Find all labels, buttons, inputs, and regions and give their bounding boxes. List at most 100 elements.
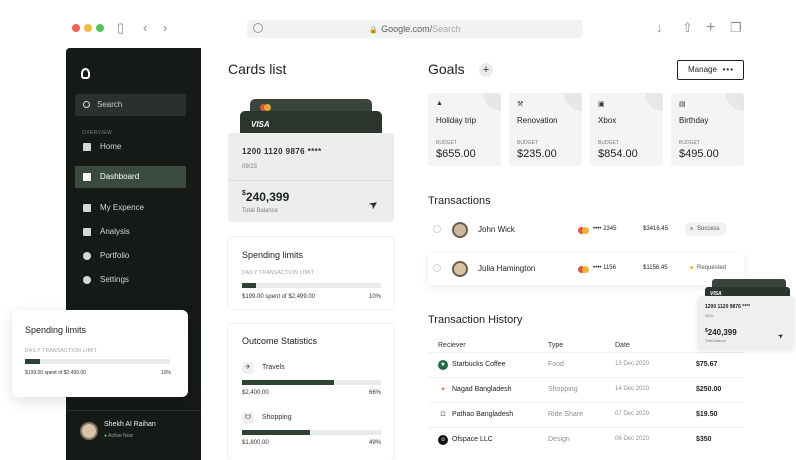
floating-spending-progress bbox=[25, 359, 170, 364]
download-icon[interactable]: ↓ bbox=[656, 18, 663, 38]
transaction-name: John Wick bbox=[478, 225, 515, 234]
send-icon[interactable]: ➤ bbox=[776, 331, 786, 341]
maximize-window-button[interactable] bbox=[96, 24, 104, 32]
mastercard-icon bbox=[260, 104, 271, 111]
home-icon bbox=[83, 143, 91, 151]
mini-card[interactable]: 1200 1120 9876 **** 09/23 $240,399 Total… bbox=[698, 296, 794, 349]
transaction-amount: $19.50 bbox=[696, 411, 718, 418]
goal-budget-value: $235.00 bbox=[517, 148, 557, 160]
floating-spending-percent: 10% bbox=[160, 370, 171, 376]
mini-card-balance-label: Total Balance bbox=[705, 339, 727, 343]
sidebar-search[interactable]: Search bbox=[75, 94, 186, 116]
mastercard-icon bbox=[578, 227, 589, 234]
back-icon[interactable]: ‹ bbox=[143, 18, 147, 38]
user-name: Shekh Al Raihan bbox=[104, 421, 156, 428]
manage-button[interactable]: Manage ••• bbox=[677, 60, 744, 80]
hammer-icon: ⚒ bbox=[517, 101, 524, 108]
app-logo[interactable] bbox=[81, 68, 90, 79]
mini-card-number: 1200 1120 9876 **** bbox=[705, 304, 751, 310]
avatar bbox=[452, 261, 468, 277]
dashboard-icon bbox=[83, 173, 91, 181]
sidebar-toggle-icon[interactable]: ▯ bbox=[117, 18, 124, 38]
table-row[interactable]: o Ofspace LLC Design 06 Dec 2020 $350 bbox=[428, 427, 744, 452]
floating-spending-title: Spending limits bbox=[25, 325, 87, 335]
transaction-name: Julia Hamington bbox=[478, 264, 536, 273]
table-row[interactable]: ✦ Nagad Bangladesh Shopping 14 Dec 2020 … bbox=[428, 377, 744, 402]
goal-card-renovation[interactable]: ⚒ Renovation BUDGET $235.00 bbox=[509, 93, 582, 166]
sidebar-item-analysis[interactable]: Analysis bbox=[75, 221, 186, 243]
spending-limits-subtitle: DAILY TRANSACTION LIMIT bbox=[242, 270, 315, 276]
sidebar-item-my-expence[interactable]: My Expence bbox=[75, 197, 186, 219]
selected-card[interactable]: 1200 1120 9876 **** 09/23 $240,399 Total… bbox=[228, 133, 394, 222]
goal-budget-value: $854.00 bbox=[598, 148, 638, 160]
sidebar-item-settings[interactable]: Settings bbox=[75, 269, 186, 291]
browser-toolbar: ▯ ‹ › 🔒 Google.com/Search ↓ ⇧ + ❐ bbox=[0, 0, 796, 48]
floating-spending-subtitle: DAILY TRANSACTION LIMIT bbox=[25, 348, 98, 354]
balance-value: 240,399 bbox=[245, 190, 290, 204]
goal-budget-label: BUDGET bbox=[598, 140, 619, 146]
transaction-history-table: Reciever Type Date ★ Starbucks Coffee Fo… bbox=[428, 330, 744, 460]
cake-icon: ▤ bbox=[679, 101, 686, 108]
row-checkbox[interactable] bbox=[433, 264, 441, 272]
goal-card-birthday[interactable]: ▤ Birthday BUDGET $495.00 bbox=[671, 93, 744, 166]
new-tab-icon[interactable]: + bbox=[706, 18, 715, 38]
sidebar-item-portfolio[interactable]: Portfolio bbox=[75, 245, 186, 267]
goal-card-decoration bbox=[645, 93, 663, 111]
share-icon[interactable]: ⇧ bbox=[682, 18, 693, 38]
sidebar-search-placeholder: Search bbox=[97, 100, 123, 109]
sidebar-item-dashboard[interactable]: Dashboard bbox=[75, 166, 186, 188]
wallet-icon bbox=[83, 204, 91, 212]
receiver-name: Ofspace LLC bbox=[452, 436, 493, 443]
outcome-shopping-progress bbox=[242, 430, 381, 435]
status-text: Success bbox=[697, 226, 720, 232]
goal-card-holiday-trip[interactable]: ▲ Holiday trip BUDGET $655.00 bbox=[428, 93, 501, 166]
sidebar: Search OVERVIEW Home Dashboard My Expenc… bbox=[66, 48, 201, 460]
goal-name: Holiday trip bbox=[436, 116, 477, 125]
address-bar[interactable]: 🔒 Google.com/Search bbox=[247, 20, 583, 38]
sidebar-item-label: Dashboard bbox=[100, 172, 140, 181]
url-placeholder: Search bbox=[432, 24, 461, 34]
status-dot bbox=[690, 227, 693, 230]
spending-limits-title: Spending limits bbox=[242, 250, 304, 260]
status-text: Requested bbox=[697, 265, 727, 271]
avatar[interactable] bbox=[80, 422, 98, 440]
goal-card-xbox[interactable]: ▣ Xbox BUDGET $854.00 bbox=[590, 93, 663, 166]
outcome-item-name: Travels bbox=[262, 364, 285, 371]
card-number: 1200 1120 9876 **** bbox=[242, 147, 322, 156]
receiver-name: Nagad Bangladesh bbox=[452, 386, 512, 393]
forward-icon[interactable]: › bbox=[163, 18, 167, 38]
balance-label: Total Balance bbox=[242, 208, 279, 214]
transaction-amount: $75.67 bbox=[696, 361, 718, 368]
sidebar-divider bbox=[66, 410, 201, 411]
outcome-item-amount: $1,800.00 bbox=[242, 440, 269, 446]
outcome-item-percent: 66% bbox=[368, 390, 381, 396]
transaction-type: Food bbox=[548, 361, 564, 368]
transaction-type: Design bbox=[548, 436, 570, 443]
card-expiry: 09/23 bbox=[242, 164, 258, 170]
goal-budget-label: BUDGET bbox=[679, 140, 700, 146]
transaction-row[interactable]: Julia Hamington •••• 1156 $1156.45 Reque… bbox=[428, 253, 744, 285]
add-goal-button[interactable]: + bbox=[479, 63, 493, 77]
table-row[interactable]: ⚀ Pathao Bangladesh Ride Share 07 Dec 20… bbox=[428, 402, 744, 427]
table-row[interactable]: ★ Starbucks Coffee Food 13 Dec 2020 $75.… bbox=[428, 352, 744, 377]
row-checkbox[interactable] bbox=[433, 225, 441, 233]
sidebar-item-label: Portfolio bbox=[100, 251, 130, 260]
goal-name: Birthday bbox=[679, 116, 709, 125]
floating-spending-amount: $199.00 spent of $2,499.00 bbox=[25, 370, 86, 376]
transaction-card: •••• 1156 bbox=[593, 265, 616, 271]
transaction-type: Ride Share bbox=[548, 411, 584, 418]
sidebar-item-home[interactable]: Home bbox=[75, 136, 186, 158]
transactions-title: Transactions bbox=[428, 195, 491, 207]
shopping-cart-icon: ☋ bbox=[242, 412, 254, 424]
minimize-window-button[interactable] bbox=[84, 24, 92, 32]
transaction-row[interactable]: John Wick •••• 2345 $3416.45 Success bbox=[428, 214, 744, 246]
avatar bbox=[452, 222, 468, 238]
user-icon bbox=[83, 252, 91, 260]
send-icon[interactable]: ➤ bbox=[366, 197, 380, 212]
pathao-icon: ⚀ bbox=[440, 412, 446, 418]
close-window-button[interactable] bbox=[72, 24, 80, 32]
lock-icon: 🔒 bbox=[369, 27, 379, 34]
tabs-overview-icon[interactable]: ❐ bbox=[730, 18, 742, 38]
search-icon bbox=[83, 101, 90, 108]
transaction-amount: $3416.45 bbox=[643, 226, 669, 232]
